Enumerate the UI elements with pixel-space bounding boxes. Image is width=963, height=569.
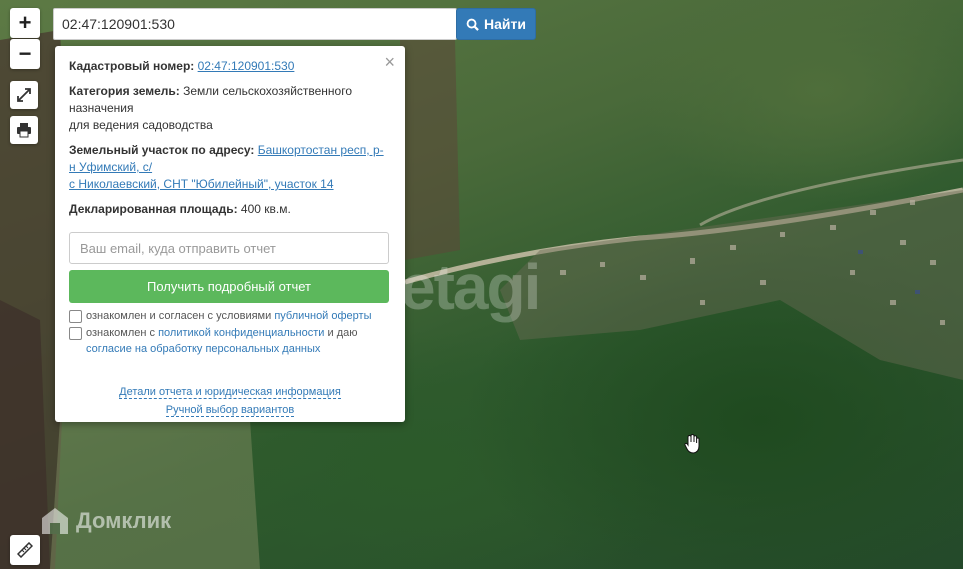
address-row: Земельный участок по адресу: Башкортоста… xyxy=(69,143,384,191)
category-row: Категория земель: Земли сельскохозяйстве… xyxy=(69,84,353,132)
printer-icon xyxy=(17,123,31,138)
popup-footer-links: Детали отчета и юридическая информация Р… xyxy=(69,383,391,419)
parcel-info-popup: × Кадастровый номер: 02:47:120901:530 Ка… xyxy=(55,46,405,422)
hand-cursor-icon xyxy=(684,434,700,454)
close-icon[interactable]: × xyxy=(384,52,395,73)
details-link[interactable]: Детали отчета и юридическая информация xyxy=(119,386,341,399)
etagi-watermark: etagi xyxy=(400,251,541,323)
print-button[interactable] xyxy=(10,116,38,144)
area-row: Декларированная площадь: 400 кв.м. xyxy=(69,202,291,216)
cadastral-row: Кадастровый номер: 02:47:120901:530 xyxy=(69,59,295,73)
search-input[interactable]: 02:47:120901:530 xyxy=(53,8,457,40)
domclick-watermark: Домклик xyxy=(40,506,171,536)
zoom-out-button[interactable]: − xyxy=(10,39,40,69)
expand-icon xyxy=(17,88,31,102)
domclick-logo-icon xyxy=(42,508,68,534)
get-report-button[interactable]: Получить подробный отчет xyxy=(69,270,389,303)
privacy-checkbox[interactable] xyxy=(69,327,82,340)
zoom-in-button[interactable]: + xyxy=(10,8,40,38)
measure-button[interactable] xyxy=(10,535,40,565)
search-icon xyxy=(466,18,479,31)
consent-link[interactable]: согласие на обработку персональных данны… xyxy=(86,343,320,355)
manual-selection-link[interactable]: Ручной выбор вариантов xyxy=(165,404,295,417)
offer-checkbox-row: ознакомлен и согласен с условиями публич… xyxy=(69,308,391,324)
fullscreen-button[interactable] xyxy=(10,81,38,109)
privacy-link[interactable]: политикой конфиденциальности xyxy=(158,327,324,339)
ruler-icon xyxy=(17,542,33,558)
privacy-checkbox-row: ознакомлен с политикой конфиденциальност… xyxy=(69,325,391,357)
search-input-value: 02:47:120901:530 xyxy=(62,16,175,32)
search-button-label: Найти xyxy=(484,16,526,32)
offer-checkbox[interactable] xyxy=(69,310,82,323)
email-input[interactable]: Ваш email, куда отправить отчет xyxy=(69,232,389,264)
cadastral-link[interactable]: 02:47:120901:530 xyxy=(198,59,295,73)
search-button[interactable]: Найти xyxy=(456,8,536,40)
offer-link[interactable]: публичной оферты xyxy=(274,310,371,322)
